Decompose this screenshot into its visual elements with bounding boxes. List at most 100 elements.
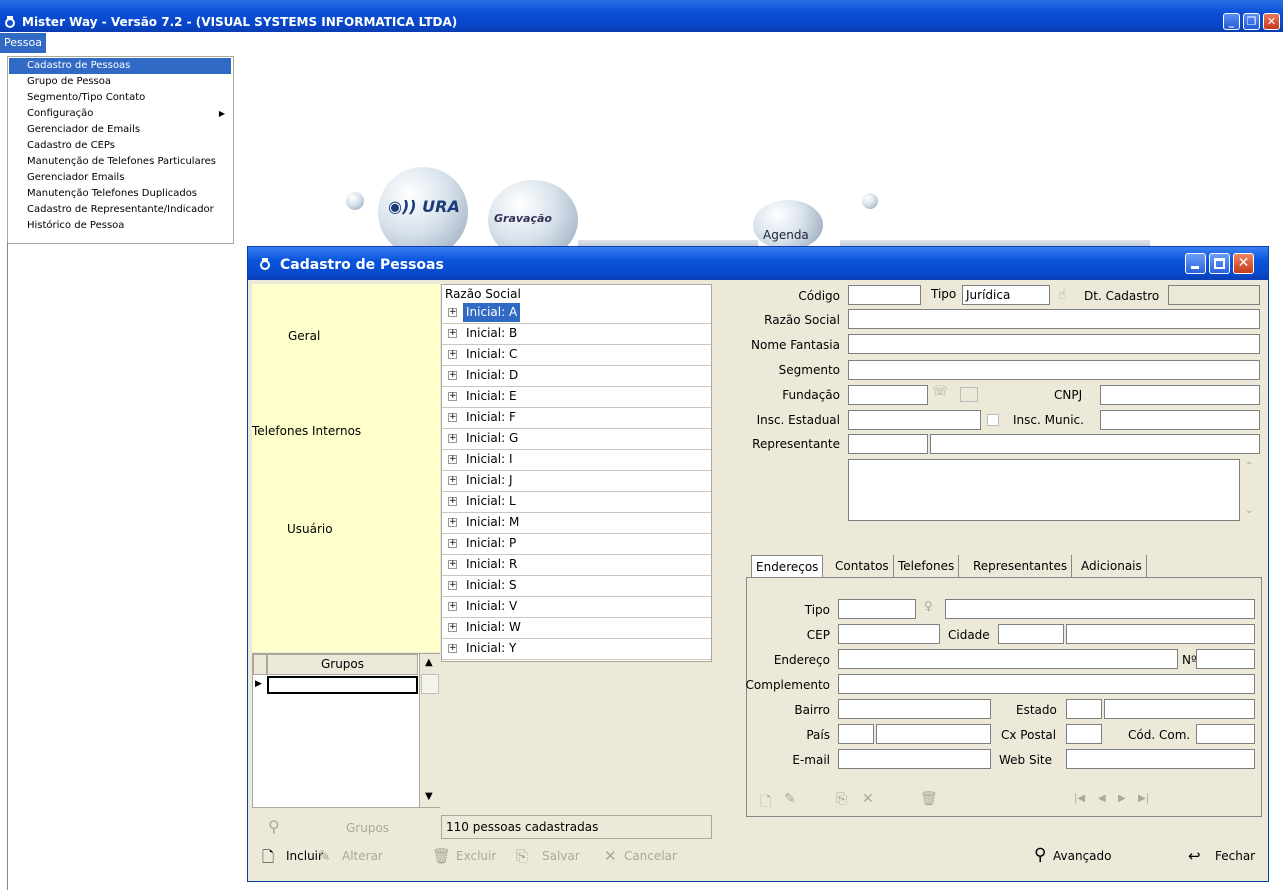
tree-item[interactable]: + Inicial: L — [442, 492, 711, 513]
tree-item[interactable]: + Inicial: F — [442, 408, 711, 429]
child-close-button[interactable]: ✕ — [1233, 253, 1254, 274]
menu-pessoa[interactable]: Pessoa — [0, 33, 46, 53]
observacoes-textarea[interactable] — [848, 459, 1240, 521]
expand-plus-icon[interactable]: + — [448, 602, 457, 611]
menu-item-representante[interactable]: Cadastro de Representante/Indicador — [9, 202, 231, 218]
tab-telefones[interactable]: Telefones — [894, 555, 960, 577]
scroll-down-icon[interactable]: ⌄ — [1245, 505, 1253, 516]
isento-checkbox[interactable] — [987, 414, 999, 426]
menu-item-grupo-pessoa[interactable]: Grupo de Pessoa — [9, 74, 231, 90]
tree-item[interactable]: + Inicial: M — [442, 513, 711, 534]
cx-postal-input[interactable] — [1066, 724, 1102, 744]
delete-record-icon[interactable]: 🗑 — [920, 791, 938, 807]
expand-plus-icon[interactable]: + — [448, 371, 457, 380]
scroll-thumb[interactable] — [421, 674, 439, 694]
insc-estadual-input[interactable] — [848, 410, 981, 430]
expand-plus-icon[interactable]: + — [448, 455, 457, 464]
nome-fantasia-input[interactable] — [848, 334, 1260, 354]
new-record-icon[interactable]: 🗋 — [760, 791, 771, 815]
menu-item-historico[interactable]: Histórico de Pessoa — [9, 218, 231, 234]
bairro-input[interactable] — [838, 699, 991, 719]
expand-plus-icon[interactable]: + — [448, 392, 457, 401]
grupos-edit-cell[interactable] — [267, 676, 418, 694]
tree-item[interactable]: + Inicial: W — [442, 618, 711, 639]
website-input[interactable] — [1066, 749, 1255, 769]
insc-munic-input[interactable] — [1100, 410, 1260, 430]
expand-plus-icon[interactable]: + — [448, 329, 457, 338]
scroll-up-icon[interactable]: ▲ — [425, 657, 433, 668]
cnpj-input[interactable] — [1100, 385, 1260, 405]
category-telefones-internos[interactable]: Telefones Internos — [252, 424, 361, 438]
codigo-input[interactable] — [848, 285, 921, 305]
menu-item-gerenciador-emails[interactable]: Gerenciador de Emails — [9, 122, 231, 138]
save-record-icon[interactable]: ⎘ — [836, 791, 847, 807]
close-button[interactable]: ✕ — [1263, 13, 1280, 30]
menu-item-telefones-duplicados[interactable]: Manutenção Telefones Duplicados — [9, 186, 231, 202]
prev-record-icon[interactable]: ◀ — [1098, 793, 1106, 804]
menu-item-configuracao[interactable]: Configuração ▶ — [9, 106, 231, 122]
numero-input[interactable] — [1196, 649, 1255, 669]
estado-name-input[interactable] — [1104, 699, 1255, 719]
menu-item-cadastro-ceps[interactable]: Cadastro de CEPs — [9, 138, 231, 154]
expand-plus-icon[interactable]: + — [448, 581, 457, 590]
fundacao-input[interactable] — [848, 385, 928, 405]
expand-plus-icon[interactable]: + — [448, 434, 457, 443]
tipo-input[interactable]: Jurídica — [962, 285, 1050, 305]
tree-item[interactable]: + Inicial: I — [442, 450, 711, 471]
lightbulb-icon[interactable]: ♀ — [924, 599, 933, 613]
tab-adicionais[interactable]: Adicionais — [1077, 555, 1147, 577]
tab-contatos[interactable]: Contatos — [831, 555, 894, 577]
expand-plus-icon[interactable]: + — [448, 644, 457, 653]
edit-record-icon[interactable]: ✎ — [784, 791, 796, 807]
obs-scrollbar[interactable]: ⌃ ⌄ — [1241, 459, 1259, 521]
razao-social-input[interactable] — [848, 309, 1260, 329]
tree-item[interactable]: + Inicial: A — [442, 303, 711, 324]
hand-pointer-icon[interactable]: ☝ — [1058, 287, 1067, 303]
grupos-scrollbar[interactable]: ▲ ▼ — [419, 654, 440, 807]
expand-plus-icon[interactable]: + — [448, 518, 457, 527]
razao-social-tree[interactable]: Razão Social + Inicial: A + Inicial: B + Inic… — [441, 284, 712, 662]
menu-item-telefones-particulares[interactable]: Manutenção de Telefones Particulares — [9, 154, 231, 170]
expand-plus-icon[interactable]: + — [448, 560, 457, 569]
expand-plus-icon[interactable]: + — [448, 539, 457, 548]
tree-item[interactable]: + Inicial: R — [442, 555, 711, 576]
menu-item-segmento[interactable]: Segmento/Tipo Contato — [9, 90, 231, 106]
tab-representantes[interactable]: Representantes — [969, 555, 1073, 577]
last-record-icon[interactable]: ▶| — [1138, 793, 1149, 804]
tree-item[interactable]: + Inicial: E — [442, 387, 711, 408]
menu-item-cadastro-pessoas[interactable]: Cadastro de Pessoas — [9, 58, 231, 74]
cod-com-input[interactable] — [1196, 724, 1255, 744]
cidade-name-input[interactable] — [1066, 624, 1255, 644]
tree-item[interactable]: + Inicial: D — [442, 366, 711, 387]
tree-item[interactable]: + Inicial: G — [442, 429, 711, 450]
scroll-up-icon[interactable]: ⌃ — [1245, 461, 1253, 472]
grupos-header[interactable]: Grupos — [267, 654, 418, 675]
email-input[interactable] — [838, 749, 991, 769]
menu-item-gerenciador-emails-2[interactable]: Gerenciador Emails — [9, 170, 231, 186]
calendar-icon[interactable]: ☏ — [932, 384, 948, 399]
representante-name-input[interactable] — [930, 434, 1260, 454]
agenda-bubble[interactable] — [753, 200, 823, 250]
endereco-input[interactable] — [838, 649, 1178, 669]
representante-code-input[interactable] — [848, 434, 928, 454]
tree-item[interactable]: + Inicial: B — [442, 324, 711, 345]
expand-plus-icon[interactable]: + — [448, 413, 457, 422]
complemento-input[interactable] — [838, 674, 1255, 694]
tree-item[interactable]: + Inicial: J — [442, 471, 711, 492]
tipo-endereco-input[interactable] — [838, 599, 916, 619]
category-geral[interactable]: Geral — [288, 329, 320, 343]
tree-item[interactable]: + Inicial: S — [442, 576, 711, 597]
tree-item[interactable]: + Inicial: P — [442, 534, 711, 555]
tipo-endereco-desc-input[interactable] — [945, 599, 1255, 619]
tab-enderecos[interactable]: Endereços — [751, 555, 824, 578]
first-record-icon[interactable]: |◀ — [1074, 793, 1085, 804]
child-minimize-button[interactable] — [1185, 253, 1206, 274]
expand-plus-icon[interactable]: + — [448, 476, 457, 485]
restore-button[interactable]: ❐ — [1243, 13, 1260, 30]
cidade-code-input[interactable] — [998, 624, 1064, 644]
expand-plus-icon[interactable]: + — [448, 497, 457, 506]
child-maximize-button[interactable] — [1209, 253, 1230, 274]
next-record-icon[interactable]: ▶ — [1118, 793, 1126, 804]
pais-code-input[interactable] — [838, 724, 874, 744]
tree-item[interactable]: + Inicial: V — [442, 597, 711, 618]
